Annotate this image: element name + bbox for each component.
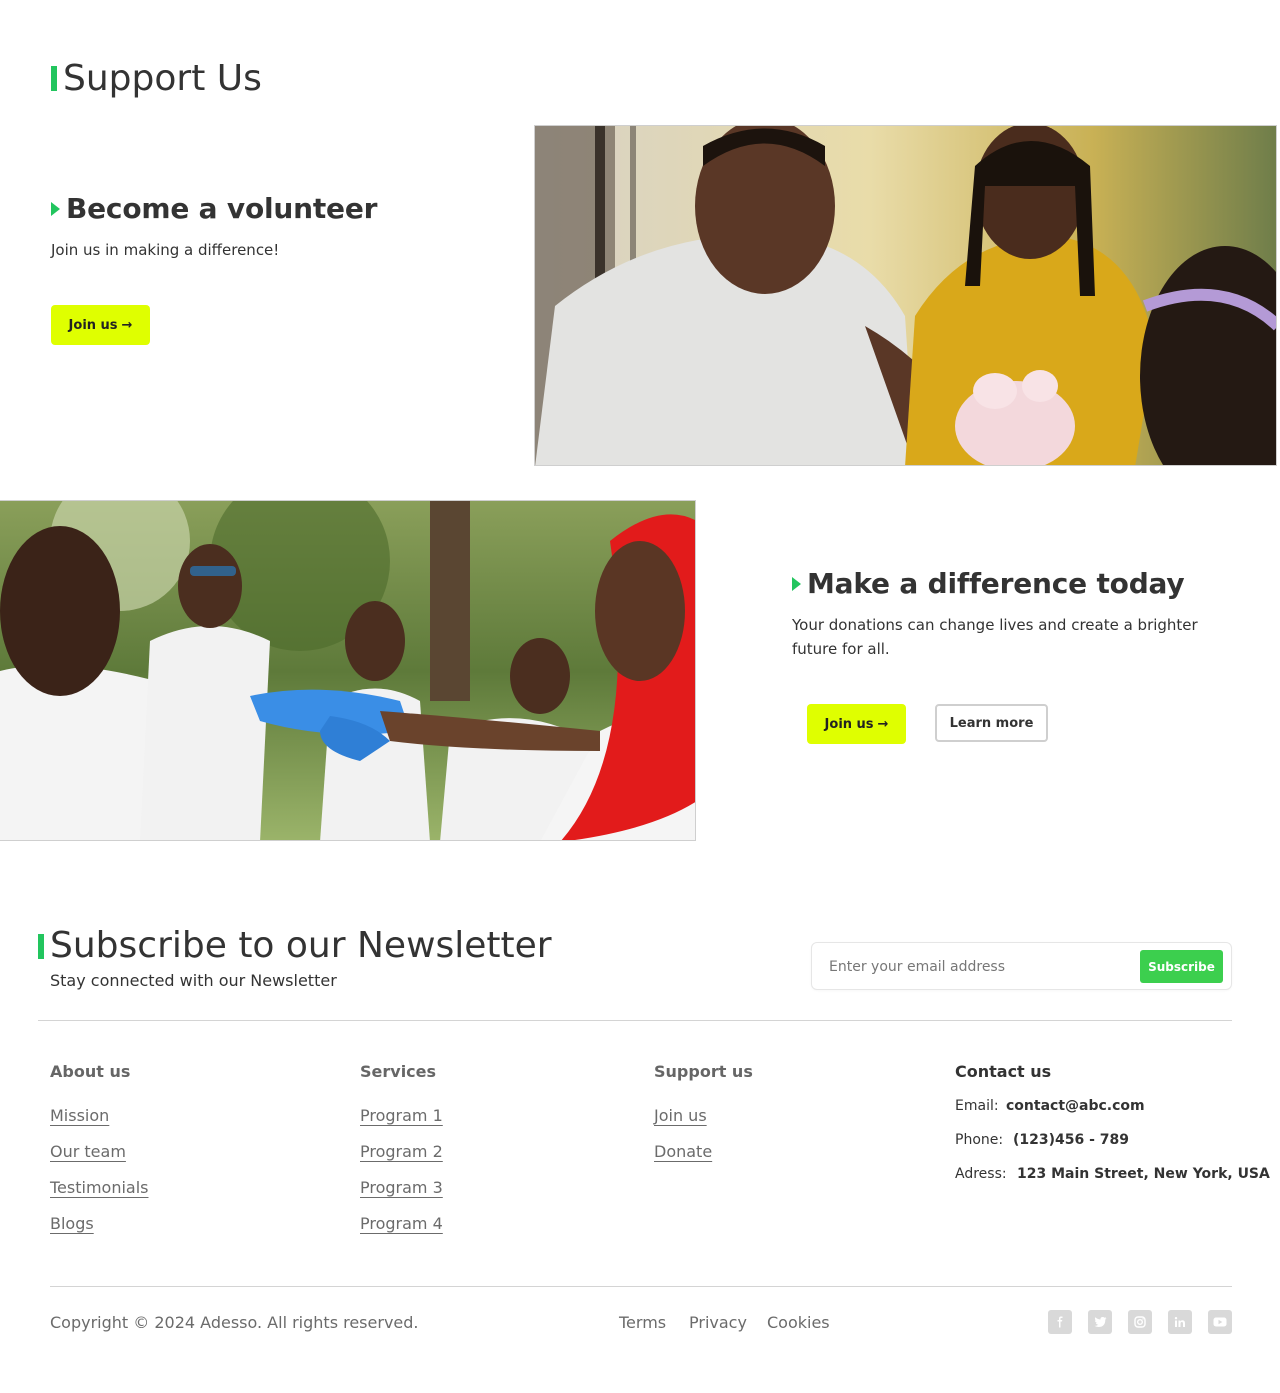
newsletter-description: Stay connected with our Newsletter xyxy=(50,971,337,990)
join-us-button[interactable]: Join us → xyxy=(807,704,906,744)
youtube-icon[interactable] xyxy=(1208,1310,1232,1334)
cookies-link[interactable]: Cookies xyxy=(767,1313,830,1332)
footer-link-join-us[interactable]: Join us xyxy=(654,1106,707,1125)
difference-description: Your donations can change lives and crea… xyxy=(792,616,1198,658)
newsletter-form: Subscribe xyxy=(811,942,1232,990)
footer-link-program-3[interactable]: Program 3 xyxy=(360,1178,443,1197)
join-us-label: Join us xyxy=(824,716,874,732)
footer-link-program-4[interactable]: Program 4 xyxy=(360,1214,443,1233)
footer-link-program-2[interactable]: Program 2 xyxy=(360,1142,443,1161)
instagram-icon[interactable] xyxy=(1128,1310,1152,1334)
contact-email: contact@abc.com xyxy=(1006,1098,1145,1114)
newsletter-title: Subscribe to our Newsletter xyxy=(50,925,552,966)
join-us-button[interactable]: Join us → xyxy=(51,305,150,345)
team-hands-photo xyxy=(0,500,696,841)
contact-heading: Contact us xyxy=(955,1062,1052,1081)
difference-title: Make a difference today xyxy=(807,567,1185,600)
footer-link-testimonials[interactable]: Testimonials xyxy=(50,1178,149,1197)
facebook-icon[interactable] xyxy=(1048,1310,1072,1334)
contact-address: 123 Main Street, New York, USA xyxy=(1017,1166,1270,1182)
arrow-right-icon: → xyxy=(877,716,889,732)
footer-link-blogs[interactable]: Blogs xyxy=(50,1214,94,1233)
copyright-text: Copyright © 2024 Adesso. All rights rese… xyxy=(50,1313,419,1332)
linkedin-icon[interactable] xyxy=(1168,1310,1192,1334)
services-heading: Services xyxy=(360,1062,437,1081)
privacy-link[interactable]: Privacy xyxy=(689,1313,747,1332)
section-accent-bar xyxy=(51,66,57,91)
twitter-icon[interactable] xyxy=(1088,1310,1112,1334)
phone-label: Phone: xyxy=(955,1132,1004,1148)
learn-more-button[interactable]: Learn more xyxy=(935,704,1048,742)
footer-link-program-1[interactable]: Program 1 xyxy=(360,1106,443,1125)
address-label: Adress: xyxy=(955,1166,1007,1182)
terms-link[interactable]: Terms xyxy=(619,1313,666,1332)
divider xyxy=(38,1020,1232,1021)
section-title: Support Us xyxy=(63,58,262,99)
volunteer-title: Become a volunteer xyxy=(66,192,378,225)
divider xyxy=(50,1286,1232,1287)
triangle-bullet-icon xyxy=(51,202,60,216)
email-label: Email: xyxy=(955,1098,999,1114)
join-us-label: Join us xyxy=(68,317,118,333)
support-heading: Support us xyxy=(654,1062,753,1081)
subscribe-button[interactable]: Subscribe xyxy=(1140,950,1223,983)
section-accent-bar xyxy=(38,934,44,959)
about-heading: About us xyxy=(50,1062,131,1081)
arrow-right-icon: → xyxy=(121,317,133,333)
email-input[interactable] xyxy=(829,953,1129,981)
triangle-bullet-icon xyxy=(792,577,801,591)
footer-link-our-team[interactable]: Our team xyxy=(50,1142,126,1161)
contact-phone: (123)456 - 789 xyxy=(1013,1132,1130,1148)
volunteer-description: Join us in making a difference! xyxy=(51,241,280,259)
footer-link-mission[interactable]: Mission xyxy=(50,1106,109,1125)
volunteer-photo xyxy=(534,125,1277,466)
footer-link-donate[interactable]: Donate xyxy=(654,1142,712,1161)
